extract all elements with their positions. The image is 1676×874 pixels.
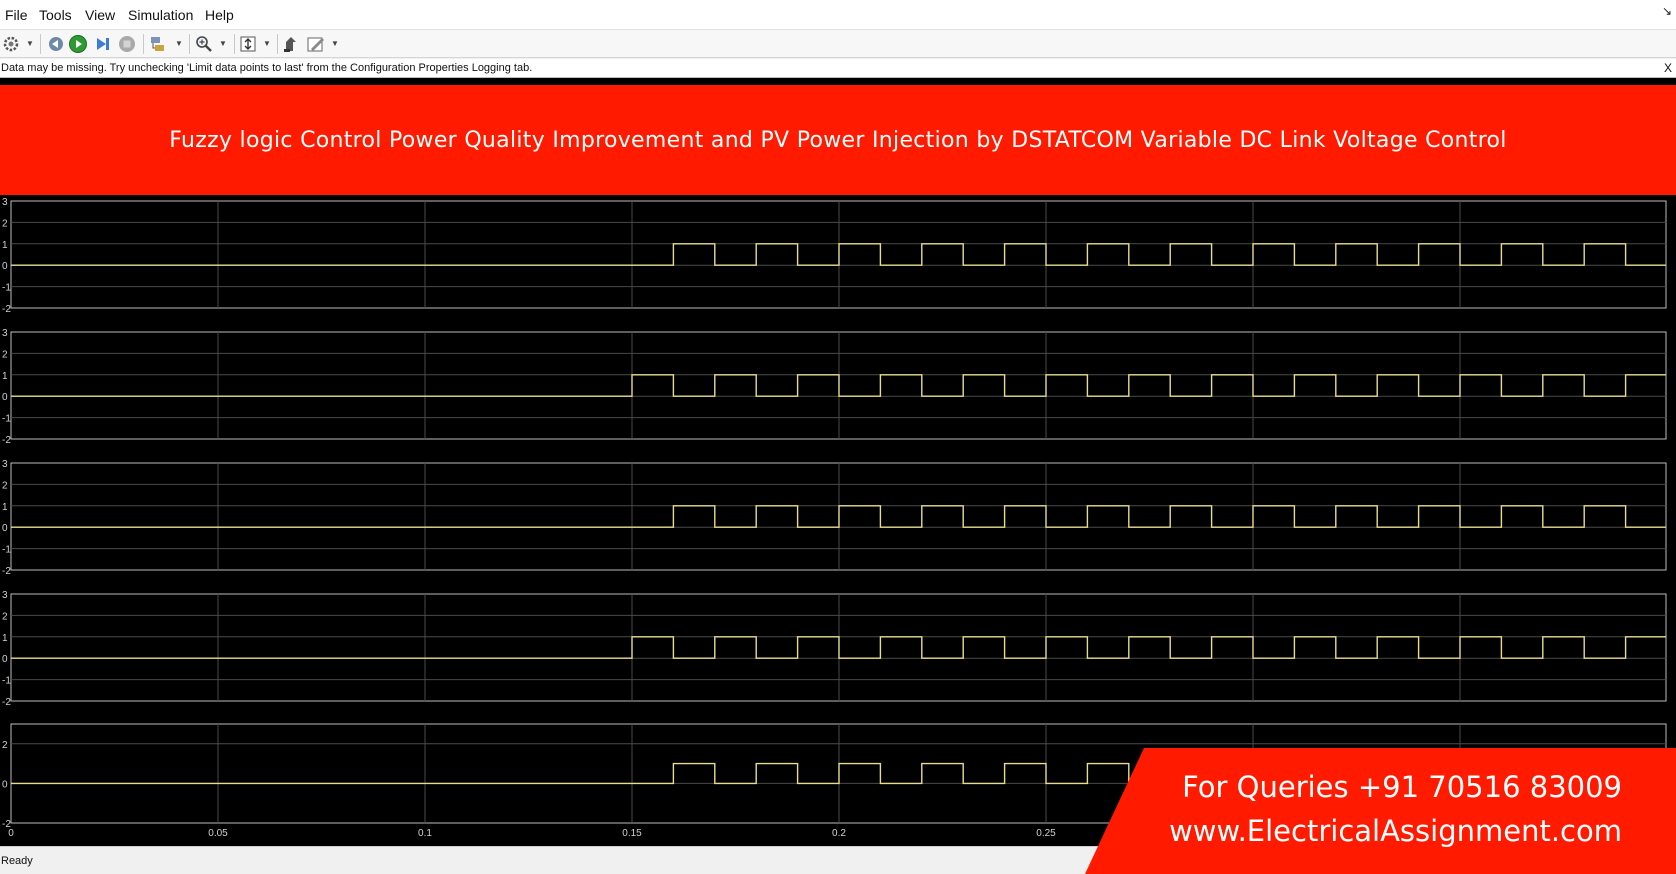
y-tick-label: 1 [2, 633, 8, 644]
y-tick-label: 2 [2, 349, 8, 360]
gear-icon[interactable] [0, 33, 22, 55]
run-icon[interactable] [67, 33, 89, 55]
toolbar-separator [189, 34, 190, 54]
queries-website: www.ElectricalAssignment.com [1169, 814, 1622, 848]
y-tick-label: 1 [2, 240, 8, 251]
queries-phone: For Queries +91 70516 83009 [1182, 770, 1622, 804]
title-banner: Fuzzy logic Control Power Quality Improv… [0, 85, 1676, 195]
pin-icon[interactable]: ↘ [1662, 4, 1672, 18]
menu-tools[interactable]: Tools [39, 7, 72, 23]
step-back-icon[interactable] [44, 33, 66, 55]
autoscale-dropdown-icon[interactable]: ▼ [263, 39, 271, 48]
y-tick-label: -2 [2, 435, 11, 446]
y-tick-label: 0 [2, 261, 8, 272]
y-tick-label: 1 [2, 502, 8, 513]
y-tick-label: 3 [2, 459, 8, 470]
toolbar: ▼ ▼ ▼ ▼ ▼ [0, 30, 1676, 58]
toolbar-separator [277, 34, 278, 54]
menu-bar: File Tools View Simulation Help ↘ [0, 0, 1676, 30]
menu-view[interactable]: View [85, 7, 115, 23]
y-tick-label: 0 [2, 523, 8, 534]
y-tick-label: -2 [2, 697, 11, 708]
step-forward-icon[interactable] [92, 33, 114, 55]
x-tick-label: 0.2 [832, 828, 846, 839]
y-tick-label: 0 [2, 654, 8, 665]
info-bar: Data may be missing. Try unchecking 'Lim… [0, 59, 1676, 78]
signal-select-icon[interactable] [148, 33, 170, 55]
y-tick-label: -1 [2, 676, 11, 687]
x-tick-label: 0.25 [1036, 828, 1056, 839]
y-tick-label: -2 [2, 566, 11, 577]
info-close-button[interactable]: X [1664, 61, 1672, 75]
y-tick-label: 1 [2, 371, 8, 382]
y-tick-label: 2 [2, 480, 8, 491]
y-tick-label: 2 [2, 611, 8, 622]
x-tick-label: 0.1 [418, 828, 432, 839]
y-tick-label: 2 [2, 218, 8, 229]
y-tick-label: 3 [2, 590, 8, 601]
stop-icon[interactable] [116, 33, 138, 55]
queries-overlay: For Queries +91 70516 83009 www.Electric… [1085, 748, 1676, 874]
y-tick-label: 3 [2, 328, 8, 339]
x-tick-label: 0 [8, 828, 14, 839]
toolbar-separator [234, 34, 235, 54]
y-tick-label: -1 [2, 545, 11, 556]
style-dropdown-icon[interactable]: ▼ [331, 39, 339, 48]
y-tick-label: -1 [2, 414, 11, 425]
x-tick-label: 0.15 [622, 828, 642, 839]
y-tick-label: 2 [2, 740, 8, 751]
menu-simulation[interactable]: Simulation [128, 7, 193, 23]
status-text: Ready [1, 855, 33, 867]
menu-help[interactable]: Help [205, 7, 234, 23]
y-tick-label: 0 [2, 779, 8, 790]
highlight-icon[interactable] [280, 33, 302, 55]
y-tick-label: 0 [2, 392, 8, 403]
toolbar-separator [143, 34, 144, 54]
style-icon[interactable] [305, 33, 327, 55]
y-tick-label: 3 [2, 197, 8, 208]
y-tick-label: -1 [2, 283, 11, 294]
toolbar-separator [40, 34, 41, 54]
zoom-icon[interactable] [193, 33, 215, 55]
x-tick-label: 0.05 [208, 828, 228, 839]
menu-file[interactable]: File [5, 7, 28, 23]
queries-background [1085, 748, 1676, 874]
y-tick-label: -2 [2, 304, 11, 315]
signal-select-dropdown-icon[interactable]: ▼ [175, 39, 183, 48]
autoscale-icon[interactable] [237, 33, 259, 55]
zoom-dropdown-icon[interactable]: ▼ [219, 39, 227, 48]
gear-dropdown-icon[interactable]: ▼ [26, 39, 34, 48]
info-message: Data may be missing. Try unchecking 'Lim… [1, 62, 533, 74]
banner-title: Fuzzy logic Control Power Quality Improv… [169, 127, 1507, 153]
